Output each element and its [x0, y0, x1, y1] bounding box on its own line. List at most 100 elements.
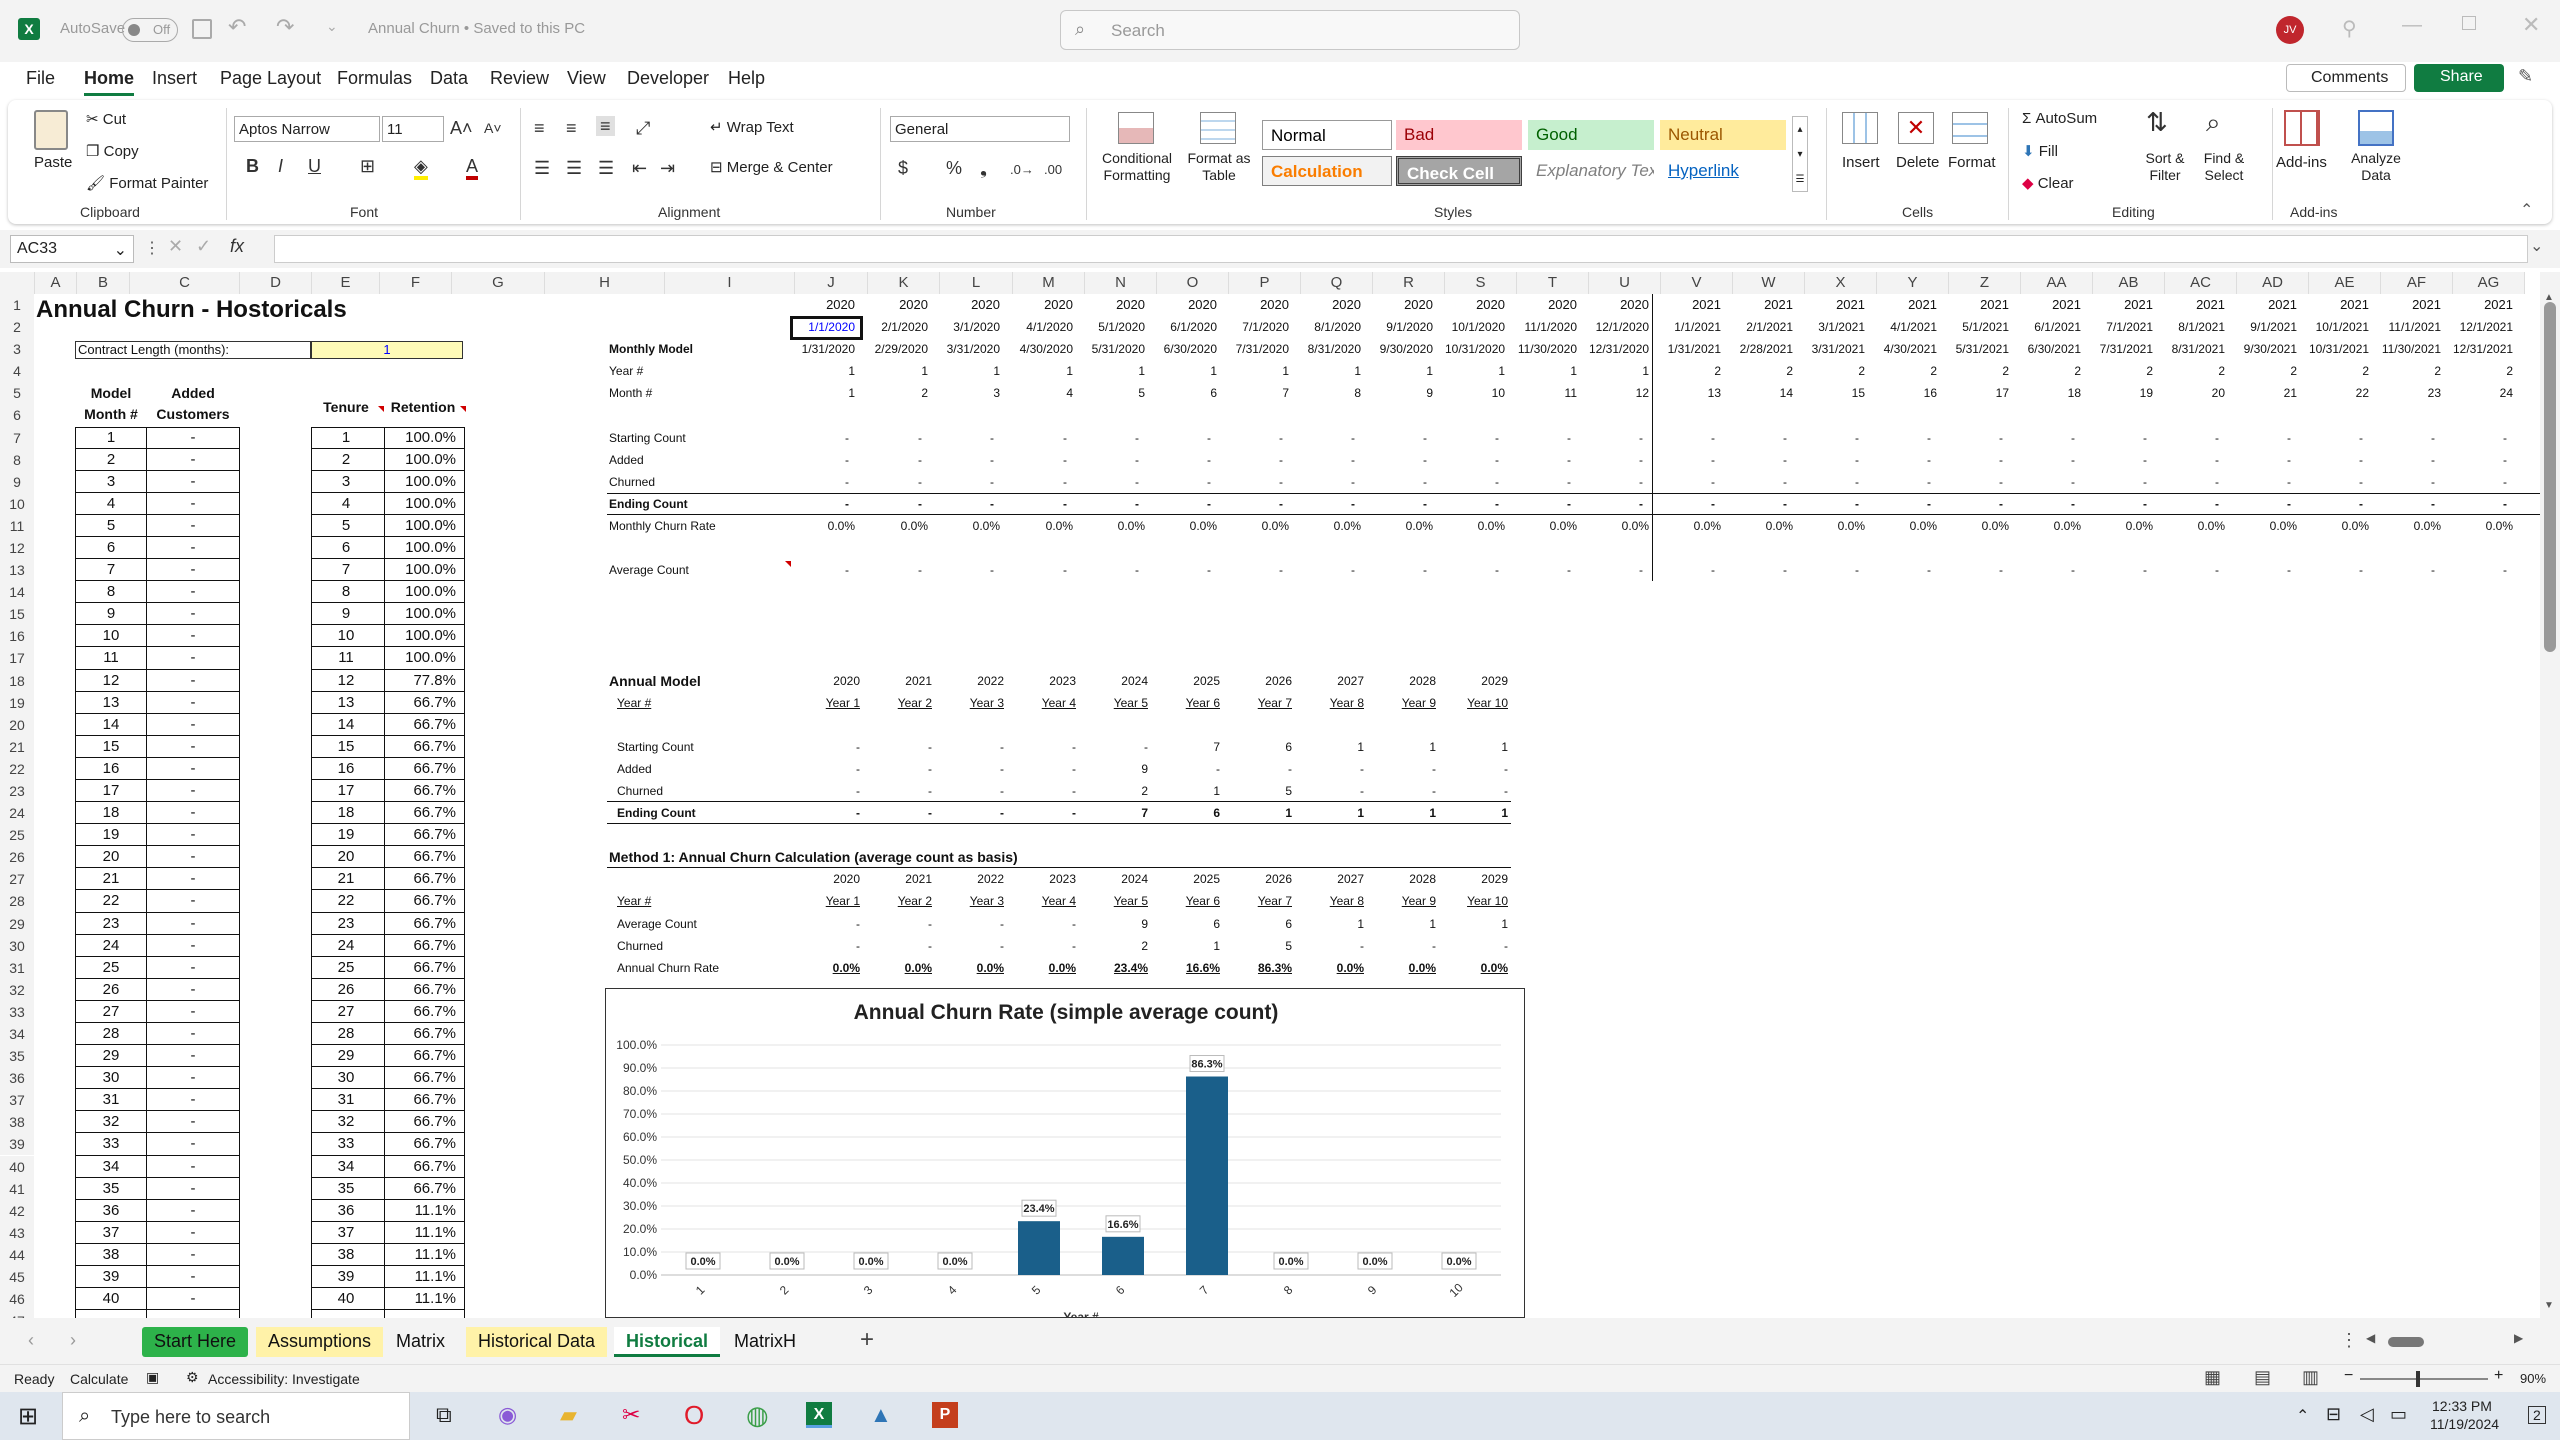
zoom-in-icon[interactable]: + — [2494, 1367, 2503, 1385]
row-header[interactable]: 17 — [0, 647, 34, 670]
font-name-select[interactable]: Aptos Narrow — [234, 116, 380, 142]
tab-historical-data[interactable]: Historical Data — [466, 1327, 608, 1357]
row-header[interactable]: 2 — [0, 316, 34, 339]
tabs-options-icon[interactable]: ⋮ — [2340, 1330, 2358, 1351]
row-header[interactable]: 34 — [0, 1022, 34, 1046]
cut-button[interactable]: ✂ Cut — [86, 110, 126, 128]
column-header[interactable]: E — [312, 272, 380, 294]
row-header[interactable]: 23 — [0, 779, 34, 803]
row-header[interactable]: 42 — [0, 1199, 34, 1222]
column-header[interactable]: V — [1661, 272, 1733, 294]
style-check-cell[interactable]: Check Cell — [1396, 156, 1522, 186]
column-header[interactable]: F — [380, 272, 452, 294]
align-left-icon[interactable]: ☰ — [534, 158, 550, 178]
row-header[interactable]: 47 — [0, 1310, 34, 1318]
align-right-icon[interactable]: ☰ — [598, 158, 614, 178]
underline-icon[interactable]: U — [308, 156, 321, 176]
next-sheet-icon[interactable]: › — [70, 1330, 76, 1351]
chrome-icon[interactable]: ◍ — [746, 1400, 769, 1431]
column-header[interactable]: R — [1373, 272, 1445, 294]
column-header[interactable]: Z — [1949, 272, 2021, 294]
scroll-right-icon[interactable]: ▶ — [2514, 1331, 2523, 1345]
column-header[interactable]: W — [1733, 272, 1805, 294]
menu-page-layout[interactable]: Page Layout — [220, 68, 321, 89]
number-format-select[interactable]: General — [890, 116, 1070, 142]
lightbulb-icon[interactable]: ⚲ — [2342, 16, 2357, 41]
borders-icon[interactable]: ⊞ — [360, 156, 375, 176]
menu-formulas[interactable]: Formulas — [337, 68, 412, 89]
add-sheet-icon[interactable]: + — [860, 1326, 874, 1354]
row-header[interactable]: 36 — [0, 1067, 34, 1090]
cancel-entry-icon[interactable]: ✕ — [168, 236, 183, 257]
scroll-left-icon[interactable]: ◀ — [2366, 1331, 2375, 1345]
menu-review[interactable]: Review — [490, 68, 549, 89]
row-header[interactable]: 31 — [0, 956, 34, 979]
sort-filter-icon[interactable]: ⇅ — [2146, 109, 2168, 135]
clear-button[interactable]: ◆ Clear — [2022, 174, 2074, 192]
minimize-icon[interactable]: — — [2402, 14, 2422, 37]
merge-center-button[interactable]: ⊟ Merge & Center — [710, 158, 833, 176]
comment-indicator[interactable] — [378, 406, 384, 413]
row-header[interactable]: 12 — [0, 536, 34, 560]
row-header[interactable]: 4 — [0, 360, 34, 383]
row-header[interactable]: 30 — [0, 934, 34, 957]
zoom-slider[interactable] — [2360, 1371, 2488, 1387]
column-header[interactable]: AE — [2309, 272, 2381, 294]
save-icon[interactable] — [192, 19, 212, 39]
column-header[interactable]: J — [795, 272, 868, 294]
bold-icon[interactable]: B — [246, 156, 259, 176]
column-header[interactable]: Y — [1877, 272, 1949, 294]
row-header[interactable]: 28 — [0, 890, 34, 913]
row-header[interactable]: 1 — [0, 294, 34, 317]
row-header[interactable]: 15 — [0, 603, 34, 626]
column-header[interactable]: T — [1517, 272, 1589, 294]
style-bad[interactable]: Bad — [1396, 120, 1522, 150]
format-cells-icon[interactable] — [1952, 112, 1988, 144]
column-header[interactable]: AD — [2237, 272, 2309, 294]
tab-start-here[interactable]: Start Here — [142, 1327, 249, 1357]
increase-decimal-icon[interactable]: .0→ — [1010, 160, 1034, 180]
row-header[interactable]: 40 — [0, 1155, 34, 1178]
powerpoint-icon[interactable]: P — [932, 1402, 958, 1428]
conditional-formatting-icon[interactable] — [1118, 112, 1154, 144]
column-header[interactable]: Q — [1301, 272, 1373, 294]
comment-indicator[interactable] — [460, 406, 466, 413]
column-header[interactable]: I — [665, 272, 795, 294]
prev-sheet-icon[interactable]: ‹ — [28, 1330, 34, 1351]
column-header[interactable]: S — [1445, 272, 1517, 294]
restore-icon[interactable] — [2462, 16, 2476, 30]
undo-icon[interactable]: ↶ — [228, 14, 246, 40]
analyze-data-button[interactable]: Analyze Data — [2346, 150, 2406, 184]
column-header[interactable]: C — [130, 272, 240, 294]
row-header[interactable]: 7 — [0, 426, 34, 449]
row-header[interactable]: 9 — [0, 470, 34, 493]
windows-start-icon[interactable]: ⊞ — [18, 1402, 38, 1431]
find-select-icon[interactable]: ⌕ — [2206, 109, 2221, 135]
notification-badge[interactable]: 2 — [2528, 1406, 2546, 1424]
row-header[interactable]: 39 — [0, 1133, 34, 1156]
column-header[interactable]: AB — [2093, 272, 2165, 294]
menu-file[interactable]: File — [26, 68, 55, 89]
row-header[interactable]: 33 — [0, 1000, 34, 1023]
comments-button[interactable]: Comments — [2286, 64, 2406, 92]
decrease-font-icon[interactable]: A˅ — [484, 118, 502, 138]
zoom-out-icon[interactable]: − — [2344, 1367, 2353, 1385]
autosum-button[interactable]: Σ AutoSum — [2022, 110, 2097, 127]
menu-home[interactable]: Home — [84, 68, 135, 96]
status-calculate[interactable]: Calculate — [70, 1371, 128, 1387]
insert-cells-icon[interactable] — [1842, 112, 1878, 144]
clock-time[interactable]: 12:33 PM — [2432, 1398, 2492, 1414]
analyze-data-icon[interactable] — [2358, 110, 2394, 146]
page-break-view-icon[interactable]: ▥ — [2302, 1367, 2319, 1388]
customize-qat-icon[interactable]: ⌄ — [326, 18, 338, 35]
delete-cells-icon[interactable]: ✕ — [1898, 112, 1934, 144]
excel-taskbar-icon[interactable]: X — [806, 1402, 832, 1428]
zoom-thumb[interactable] — [2416, 1371, 2420, 1387]
collapse-ribbon-icon[interactable]: ⌃ — [2520, 200, 2533, 220]
sort-filter-button[interactable]: Sort & Filter — [2140, 150, 2190, 184]
accessibility-status[interactable]: Accessibility: Investigate — [208, 1371, 360, 1387]
row-header[interactable]: 32 — [0, 978, 34, 1001]
decrease-decimal-icon[interactable]: .00 — [1044, 160, 1062, 180]
row-header[interactable]: 13 — [0, 559, 34, 582]
delete-cells-button[interactable]: Delete — [1896, 154, 1939, 171]
